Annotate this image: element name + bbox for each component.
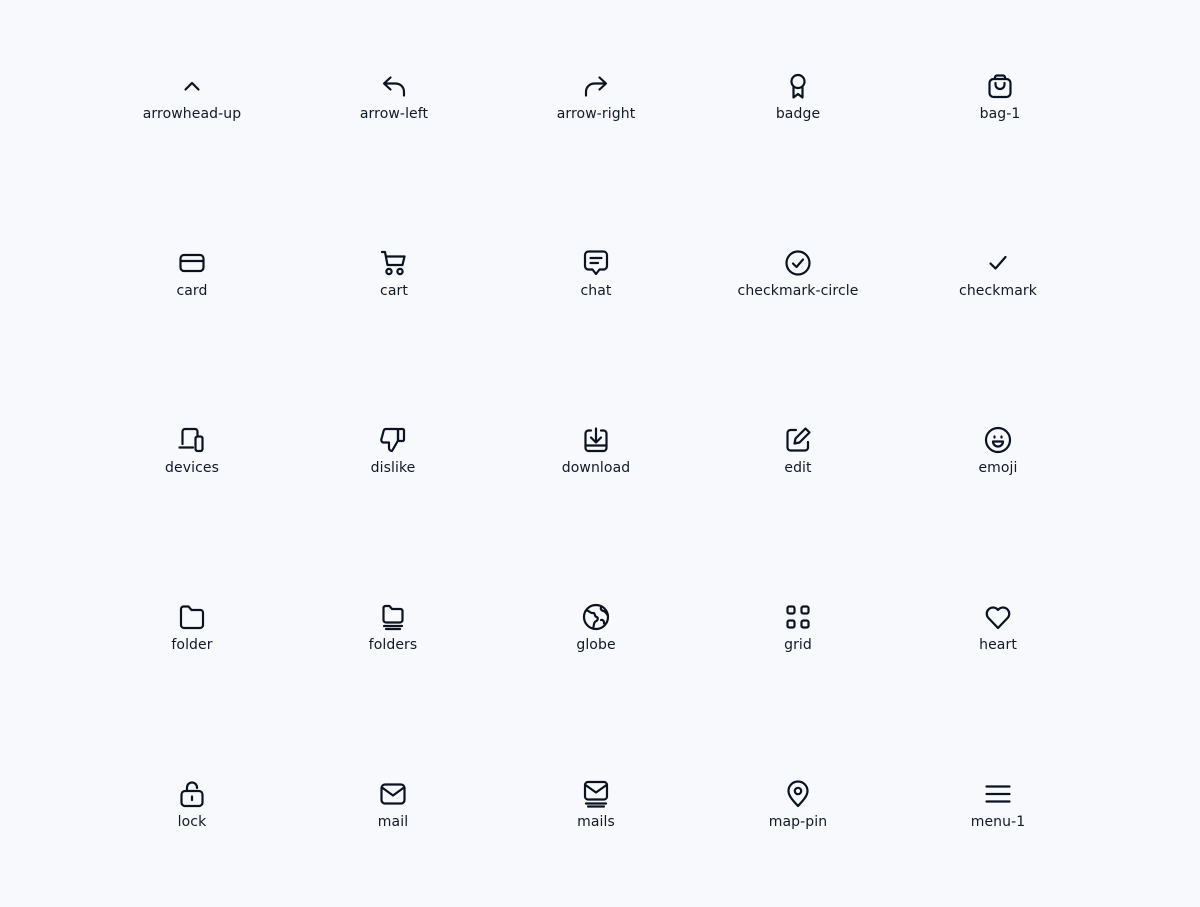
icon-label: card bbox=[176, 283, 208, 299]
icon-cell-menu-1[interactable]: menu-1 bbox=[918, 778, 1078, 848]
icon-cell-mail[interactable]: mail bbox=[313, 778, 473, 848]
icon-cell-globe[interactable]: globe bbox=[516, 601, 676, 671]
cart-icon bbox=[378, 247, 410, 279]
arrowhead-up-icon bbox=[176, 70, 208, 102]
icon-cell-dislike[interactable]: dislike bbox=[313, 424, 473, 494]
icon-label: grid bbox=[784, 637, 812, 653]
mail-icon bbox=[377, 778, 409, 810]
icon-label: map-pin bbox=[768, 814, 828, 830]
arrow-right-icon bbox=[580, 70, 612, 102]
bag-1-icon bbox=[984, 70, 1016, 102]
icon-cell-grid[interactable]: grid bbox=[718, 601, 878, 671]
icon-label: arrowhead-up bbox=[142, 106, 242, 122]
icon-cell-folders[interactable]: folders bbox=[313, 601, 473, 671]
icon-cell-card[interactable]: card bbox=[112, 247, 272, 317]
arrow-left-icon bbox=[378, 70, 410, 102]
checkmark-icon bbox=[982, 247, 1014, 279]
icon-label: arrow-left bbox=[359, 106, 429, 122]
devices-icon bbox=[176, 424, 208, 456]
icon-cell-map-pin[interactable]: map-pin bbox=[718, 778, 878, 848]
icon-label: chat bbox=[580, 283, 612, 299]
grid-icon bbox=[782, 601, 814, 633]
icon-label: cart bbox=[380, 283, 408, 299]
icon-cell-checkmark[interactable]: checkmark bbox=[918, 247, 1078, 317]
heart-icon bbox=[982, 601, 1014, 633]
icon-cell-mails[interactable]: mails bbox=[516, 778, 676, 848]
globe-icon bbox=[580, 601, 612, 633]
folder-icon bbox=[176, 601, 208, 633]
icon-cell-folder[interactable]: folder bbox=[112, 601, 272, 671]
icon-label: checkmark bbox=[959, 283, 1037, 299]
icon-grid: arrowhead-up arrow-left arrow-right badg… bbox=[0, 0, 1200, 907]
icon-label: lock bbox=[177, 814, 207, 830]
icon-label: download bbox=[561, 460, 631, 476]
icon-label: menu-1 bbox=[970, 814, 1026, 830]
icon-label: badge bbox=[775, 106, 821, 122]
icon-label: devices bbox=[165, 460, 219, 476]
icon-cell-arrowhead-up[interactable]: arrowhead-up bbox=[112, 70, 272, 140]
icon-label: bag-1 bbox=[979, 106, 1021, 122]
emoji-icon bbox=[982, 424, 1014, 456]
icon-label: arrow-right bbox=[556, 106, 636, 122]
dislike-icon bbox=[377, 424, 409, 456]
mails-icon bbox=[580, 778, 612, 810]
icon-cell-heart[interactable]: heart bbox=[918, 601, 1078, 671]
icon-label: edit bbox=[784, 460, 812, 476]
icon-cell-arrow-left[interactable]: arrow-left bbox=[314, 70, 474, 140]
chat-icon bbox=[580, 247, 612, 279]
icon-cell-chat[interactable]: chat bbox=[516, 247, 676, 317]
icon-cell-cart[interactable]: cart bbox=[314, 247, 474, 317]
icon-cell-badge[interactable]: badge bbox=[718, 70, 878, 140]
icon-label: heart bbox=[979, 637, 1017, 653]
icon-cell-bag-1[interactable]: bag-1 bbox=[920, 70, 1080, 140]
icon-label: mail bbox=[377, 814, 409, 830]
icon-label: folders bbox=[368, 637, 418, 653]
icon-label: emoji bbox=[978, 460, 1018, 476]
icon-label: dislike bbox=[370, 460, 416, 476]
icon-cell-edit[interactable]: edit bbox=[718, 424, 878, 494]
download-icon bbox=[580, 424, 612, 456]
badge-icon bbox=[782, 70, 814, 102]
icon-label: checkmark-circle bbox=[737, 283, 859, 299]
icon-cell-checkmark-circle[interactable]: checkmark-circle bbox=[718, 247, 878, 317]
menu-1-icon bbox=[982, 778, 1014, 810]
lock-icon bbox=[176, 778, 208, 810]
map-pin-icon bbox=[782, 778, 814, 810]
checkmark-circle-icon bbox=[782, 247, 814, 279]
icon-cell-arrow-right[interactable]: arrow-right bbox=[516, 70, 676, 140]
icon-cell-devices[interactable]: devices bbox=[112, 424, 272, 494]
icon-label: mails bbox=[577, 814, 615, 830]
folders-icon bbox=[377, 601, 409, 633]
icon-cell-download[interactable]: download bbox=[516, 424, 676, 494]
card-icon bbox=[176, 247, 208, 279]
icon-label: folder bbox=[171, 637, 213, 653]
icon-cell-emoji[interactable]: emoji bbox=[918, 424, 1078, 494]
icon-label: globe bbox=[576, 637, 616, 653]
icon-cell-lock[interactable]: lock bbox=[112, 778, 272, 848]
edit-icon bbox=[782, 424, 814, 456]
